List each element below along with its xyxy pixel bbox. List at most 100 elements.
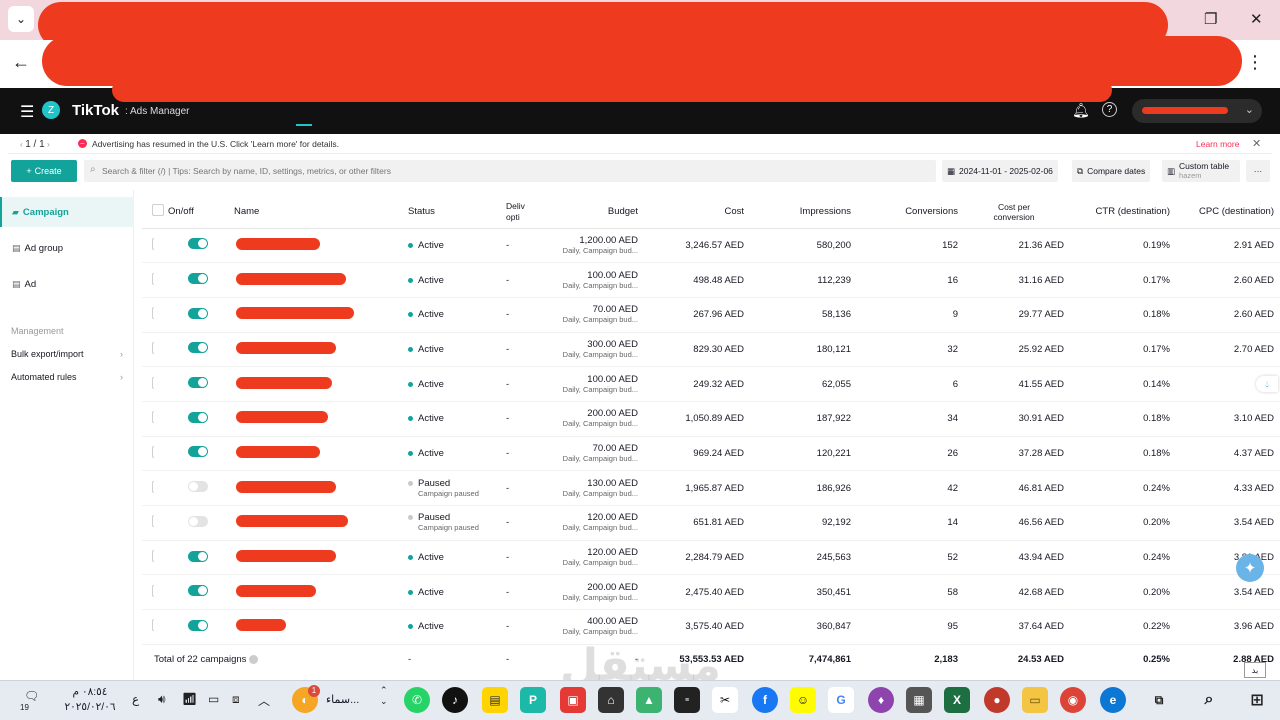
campaign-toggle[interactable] [188,481,208,493]
chrome-icon[interactable]: ◉ [1060,687,1086,713]
col-conversions[interactable]: Conversions [857,196,964,229]
table-row[interactable]: Active -200.00 AED Daily, Campaign bud... 2… [142,574,1280,611]
campaign-toggle[interactable] [188,411,208,423]
budget-value[interactable]: 100.00 AED [536,270,638,281]
col-cpc[interactable]: CPC (destination) [1176,196,1280,229]
table-row[interactable]: Active -1,200.00 AED Daily, Campaign bud..… [142,228,1280,264]
taskbar-clock[interactable]: ٠٨:٥٤ م ٢٠٢٥/٠٢/٠٦ [58,685,122,715]
announcement-pager[interactable]: ‹ 1 / 1 › [20,139,50,150]
search-input[interactable] [102,162,922,180]
hamburger-menu-icon[interactable]: ☰ [20,102,34,122]
row-checkbox[interactable] [152,515,154,528]
row-checkbox[interactable] [152,445,154,458]
budget-value[interactable]: 1,200.00 AED [536,235,638,246]
campaign-toggle[interactable] [188,238,208,250]
row-checkbox[interactable] [152,619,154,632]
shopping-bag-icon[interactable]: ⌂ [598,687,624,713]
col-budget[interactable]: Budget [536,196,644,229]
tiktok-icon[interactable]: ♪ [442,687,468,713]
row-checkbox[interactable] [152,411,154,424]
table-row[interactable]: Active -200.00 AED Daily, Campaign bud... 1… [142,401,1280,437]
chrome-profile-icon[interactable]: ● [984,687,1010,713]
tab-search-chevron-down-icon[interactable]: ⌄ [8,6,34,32]
col-name[interactable]: Name [210,196,400,229]
battery-icon[interactable]: ▭ [208,692,219,706]
col-status[interactable]: Status [400,196,506,229]
redacted-campaign-name[interactable] [236,480,336,493]
task-view-icon[interactable]: ⧉ [1146,687,1172,713]
bulk-export-import-link[interactable]: Bulk export/import › [11,349,123,359]
row-checkbox[interactable] [152,272,154,285]
window-restore-icon[interactable]: ❐ [1204,10,1217,28]
start-windows-icon[interactable]: ⊞ [1244,687,1270,713]
row-checkbox[interactable] [152,341,154,354]
campaign-toggle[interactable] [188,446,208,458]
wifi-icon[interactable]: 📶︎ [182,692,197,706]
select-all-checkbox[interactable] [152,204,164,217]
copilot-star-icon[interactable]: ✦ [1236,554,1264,582]
taskbar-scroll-chevron-icon[interactable]: ⌃ ⌄ [380,685,388,707]
more-options-button[interactable]: ··· [1246,160,1270,182]
snapchat-icon[interactable]: ☺ [790,687,816,713]
file-explorer-icon[interactable]: ▭ [1022,687,1048,713]
sticky-notes-icon[interactable]: ▤ [482,687,508,713]
browser-menu-icon[interactable]: ⋮ [1246,52,1264,73]
campaign-toggle[interactable] [188,515,208,527]
budget-value[interactable]: 200.00 AED [536,582,638,593]
row-checkbox[interactable] [152,376,154,389]
sidebar-item-ad[interactable]: ▤ Ad [0,269,134,299]
budget-value[interactable]: 120.00 AED [536,512,638,523]
show-hidden-icons-chevron-icon[interactable]: ︿ [258,692,270,709]
redacted-campaign-name[interactable] [236,445,320,458]
automated-rules-link[interactable]: Automated rules › [11,372,123,382]
row-checkbox[interactable] [152,237,154,250]
budget-value[interactable]: 200.00 AED [536,408,638,419]
info-icon[interactable] [249,654,259,664]
col-impressions[interactable]: Impressions [750,196,857,229]
input-language-badge[interactable]: ﺑﺪ [1244,662,1266,678]
close-icon[interactable]: ✕ [1252,137,1261,150]
compare-dates-button[interactable]: ⧉ Compare dates [1072,160,1151,182]
volume-icon[interactable]: 🔊︎ [158,692,166,707]
table-row[interactable]: Paused Campaign paused -130.00 AED Daily, C… [142,470,1280,506]
table-row[interactable]: Active -100.00 AED Daily, Campaign bud... 2… [142,366,1280,402]
app-red-icon[interactable]: ▣ [560,687,586,713]
google-icon[interactable]: G [828,687,854,713]
redacted-campaign-name[interactable] [236,411,328,424]
help-icon[interactable]: ? [1102,102,1117,117]
search-filter-bar[interactable]: ⌕ [84,160,936,182]
col-cost-per-conversion[interactable]: Cost per conversion [964,196,1070,229]
col-cost[interactable]: Cost [644,196,750,229]
create-button[interactable]: + Create [11,160,77,182]
campaign-toggle[interactable] [188,273,208,285]
app-flame-icon[interactable]: ♦ [868,687,894,713]
budget-value[interactable]: 70.00 AED [536,443,638,454]
calculator-icon[interactable]: ▦ [906,687,932,713]
date-range-picker[interactable]: ▦ 2024-11-01 - 2025-02-06 [942,160,1058,182]
table-row[interactable]: Active -70.00 AED Daily, Campaign bud... 26… [142,297,1280,333]
input-language-indicator[interactable]: ع [132,692,139,706]
workspace-logo-icon[interactable]: Z [42,101,60,119]
budget-value[interactable]: 100.00 AED [536,374,638,385]
active-window-label[interactable]: سماء... [326,693,359,706]
redacted-campaign-name[interactable] [236,237,320,250]
row-checkbox[interactable] [152,480,154,493]
table-row[interactable]: Active -100.00 AED Daily, Campaign bud... 4… [142,262,1280,298]
col-delivery[interactable]: Deliv opti [506,196,536,229]
col-ctr[interactable]: CTR (destination) [1070,196,1176,229]
table-row[interactable]: Active -120.00 AED Daily, Campaign bud... 2… [142,540,1280,576]
redacted-campaign-name[interactable] [236,307,354,320]
notification-center-icon[interactable]: 🗨︎ [24,689,39,703]
redacted-campaign-name[interactable] [236,272,346,285]
app-green-icon[interactable]: ▲ [636,687,662,713]
budget-value[interactable]: 120.00 AED [536,547,638,558]
account-switcher[interactable]: ⌄ [1132,99,1262,123]
water-drop-icon[interactable]: 💧︎ [1256,376,1278,392]
redacted-campaign-name[interactable] [236,376,332,389]
redacted-campaign-name[interactable] [236,515,348,528]
whatsapp-icon[interactable]: ✆ [404,687,430,713]
sidebar-item-campaign[interactable]: ▰ Campaign [0,197,134,227]
budget-value[interactable]: 400.00 AED [536,616,638,627]
campaign-toggle[interactable] [188,550,208,562]
learn-more-link[interactable]: Learn more [1196,139,1239,149]
